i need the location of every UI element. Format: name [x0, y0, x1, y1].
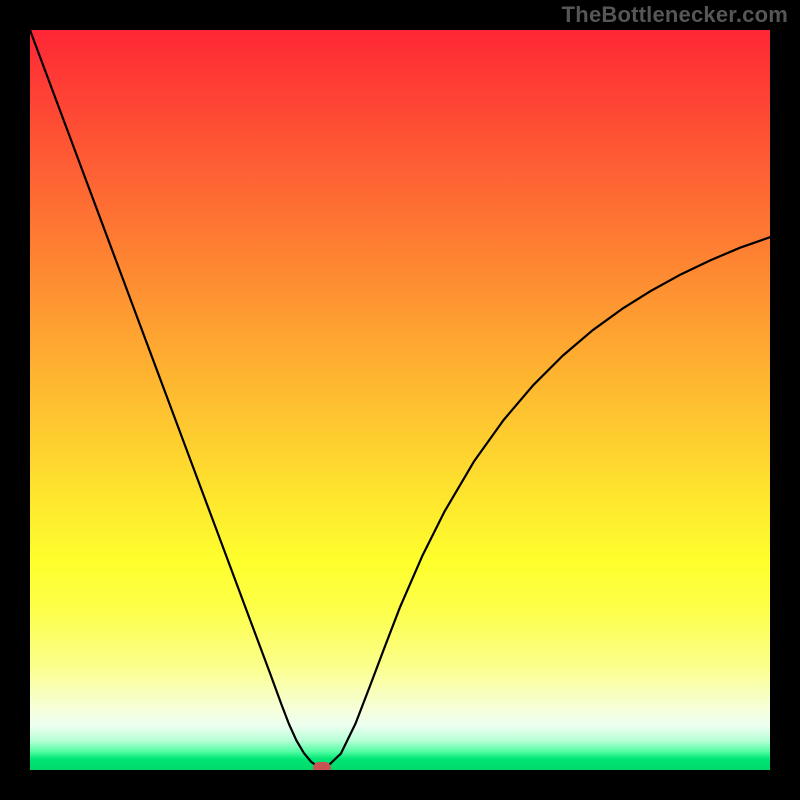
optimal-point-marker: [313, 762, 331, 770]
attribution-label: TheBottlenecker.com: [562, 2, 788, 28]
chart-frame: TheBottlenecker.com: [0, 0, 800, 800]
bottleneck-curve-path: [30, 30, 770, 768]
curve-svg: [30, 30, 770, 770]
plot-area: [30, 30, 770, 770]
